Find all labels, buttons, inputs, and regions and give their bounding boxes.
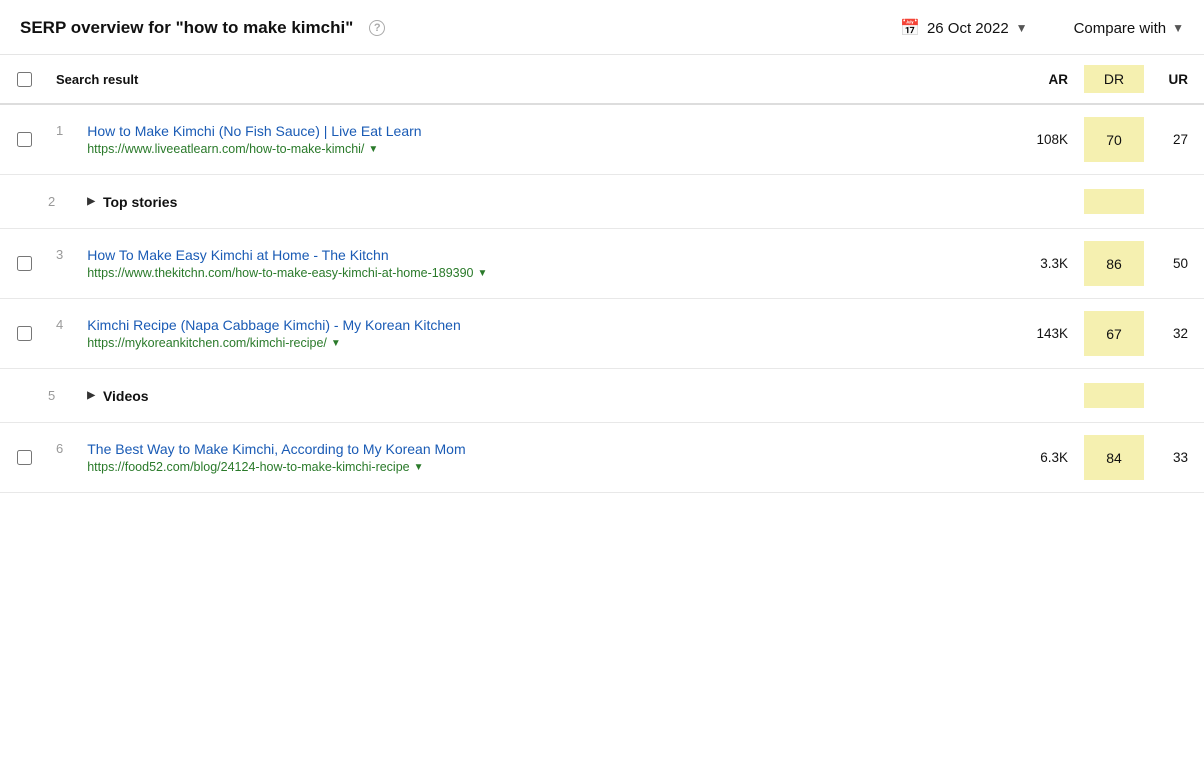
row-4-dr: 67 bbox=[1084, 311, 1144, 356]
row-4-checkbox[interactable] bbox=[17, 326, 32, 341]
row-3-ar: 3.3K bbox=[1004, 256, 1084, 271]
row-6-ar: 6.3K bbox=[1004, 450, 1084, 465]
row-3-num: 3 bbox=[56, 247, 77, 262]
row-4-ur: 32 bbox=[1144, 326, 1204, 341]
expand-row-2-content: 2 ▶ Top stories bbox=[48, 194, 1004, 210]
row-1-ur: 27 bbox=[1144, 132, 1204, 147]
row-5-num: 5 bbox=[48, 388, 69, 403]
url-dropdown-arrow[interactable]: ▼ bbox=[331, 338, 341, 349]
date-text: 26 Oct 2022 bbox=[927, 20, 1009, 37]
compare-with-button[interactable]: Compare with ▼ bbox=[1074, 20, 1184, 37]
row-6-title[interactable]: The Best Way to Make Kimchi, According t… bbox=[87, 441, 465, 457]
row-4-url[interactable]: https://mykoreankitchen.com/kimchi-recip… bbox=[87, 336, 461, 350]
row-1-content: 1 How to Make Kimchi (No Fish Sauce) | L… bbox=[48, 123, 1004, 156]
row-4-ar: 143K bbox=[1004, 326, 1084, 341]
col-header-search-result: Search result bbox=[48, 72, 1004, 87]
table-row: 3 How To Make Easy Kimchi at Home - The … bbox=[0, 229, 1204, 299]
table-row: 1 How to Make Kimchi (No Fish Sauce) | L… bbox=[0, 105, 1204, 175]
title-prefix: SERP overview for bbox=[20, 18, 176, 37]
row-1-checkbox[interactable] bbox=[17, 132, 32, 147]
expand-row-videos: 5 ▶ Videos bbox=[0, 369, 1204, 423]
row-4-content: 4 Kimchi Recipe (Napa Cabbage Kimchi) - … bbox=[48, 317, 1004, 350]
expand-row-top-stories: 2 ▶ Top stories bbox=[0, 175, 1204, 229]
table-header: Search result AR DR UR bbox=[0, 55, 1204, 105]
row-3-checkbox[interactable] bbox=[17, 256, 32, 271]
title-keyword: "how to make kimchi" bbox=[176, 18, 354, 37]
expand-triangle-icon: ▶ bbox=[87, 196, 95, 207]
table-row: 6 The Best Way to Make Kimchi, According… bbox=[0, 423, 1204, 493]
row-3-url[interactable]: https://www.thekitchn.com/how-to-make-ea… bbox=[87, 266, 487, 280]
row-4-num: 4 bbox=[56, 317, 77, 332]
row-6-checkbox-cell[interactable] bbox=[0, 450, 48, 465]
videos-label[interactable]: ▶ Videos bbox=[79, 388, 148, 404]
compare-with-arrow: ▼ bbox=[1172, 21, 1184, 35]
header-checkbox-cell[interactable] bbox=[0, 72, 48, 87]
help-icon[interactable]: ? bbox=[369, 20, 385, 36]
url-dropdown-arrow[interactable]: ▼ bbox=[414, 462, 424, 473]
row-1-title[interactable]: How to Make Kimchi (No Fish Sauce) | Liv… bbox=[87, 123, 421, 139]
table-row: 4 Kimchi Recipe (Napa Cabbage Kimchi) - … bbox=[0, 299, 1204, 369]
row-6-content: 6 The Best Way to Make Kimchi, According… bbox=[48, 441, 1004, 474]
row-4-title[interactable]: Kimchi Recipe (Napa Cabbage Kimchi) - My… bbox=[87, 317, 461, 333]
date-dropdown-arrow: ▼ bbox=[1016, 21, 1028, 35]
page-header: SERP overview for "how to make kimchi" ?… bbox=[0, 0, 1204, 55]
page-title: SERP overview for "how to make kimchi" bbox=[20, 18, 353, 38]
row-3-title[interactable]: How To Make Easy Kimchi at Home - The Ki… bbox=[87, 247, 487, 263]
row-3-ur: 50 bbox=[1144, 256, 1204, 271]
serp-table: Search result AR DR UR 1 How to Make Kim… bbox=[0, 55, 1204, 493]
row-6-checkbox[interactable] bbox=[17, 450, 32, 465]
expand-row-5-content: 5 ▶ Videos bbox=[48, 388, 1004, 404]
row-4-checkbox-cell[interactable] bbox=[0, 326, 48, 341]
expand-row-5-dr bbox=[1084, 383, 1144, 408]
expand-triangle-icon: ▶ bbox=[87, 390, 95, 401]
row-1-ar: 108K bbox=[1004, 132, 1084, 147]
row-checkbox-cell[interactable] bbox=[0, 132, 48, 147]
row-1-num: 1 bbox=[56, 123, 77, 138]
col-header-ur: UR bbox=[1144, 72, 1204, 87]
url-dropdown-arrow[interactable]: ▼ bbox=[368, 144, 378, 155]
row-3-dr: 86 bbox=[1084, 241, 1144, 286]
expand-row-2-dr bbox=[1084, 189, 1144, 214]
row-1-url[interactable]: https://www.liveeatlearn.com/how-to-make… bbox=[87, 142, 421, 156]
row-2-num: 2 bbox=[48, 194, 69, 209]
row-6-ur: 33 bbox=[1144, 450, 1204, 465]
row-1-dr: 70 bbox=[1084, 117, 1144, 162]
date-selector[interactable]: 📅 26 Oct 2022 ▼ bbox=[900, 18, 1028, 38]
url-dropdown-arrow[interactable]: ▼ bbox=[478, 268, 488, 279]
row-6-dr: 84 bbox=[1084, 435, 1144, 480]
select-all-checkbox[interactable] bbox=[17, 72, 32, 87]
row-3-content: 3 How To Make Easy Kimchi at Home - The … bbox=[48, 247, 1004, 280]
row-6-num: 6 bbox=[56, 441, 77, 456]
col-header-ar: AR bbox=[1004, 72, 1084, 87]
row-3-checkbox-cell[interactable] bbox=[0, 256, 48, 271]
calendar-icon: 📅 bbox=[900, 18, 920, 38]
col-header-dr: DR bbox=[1084, 65, 1144, 93]
top-stories-label[interactable]: ▶ Top stories bbox=[79, 194, 177, 210]
row-6-url[interactable]: https://food52.com/blog/24124-how-to-mak… bbox=[87, 460, 465, 474]
compare-with-label: Compare with bbox=[1074, 20, 1167, 37]
